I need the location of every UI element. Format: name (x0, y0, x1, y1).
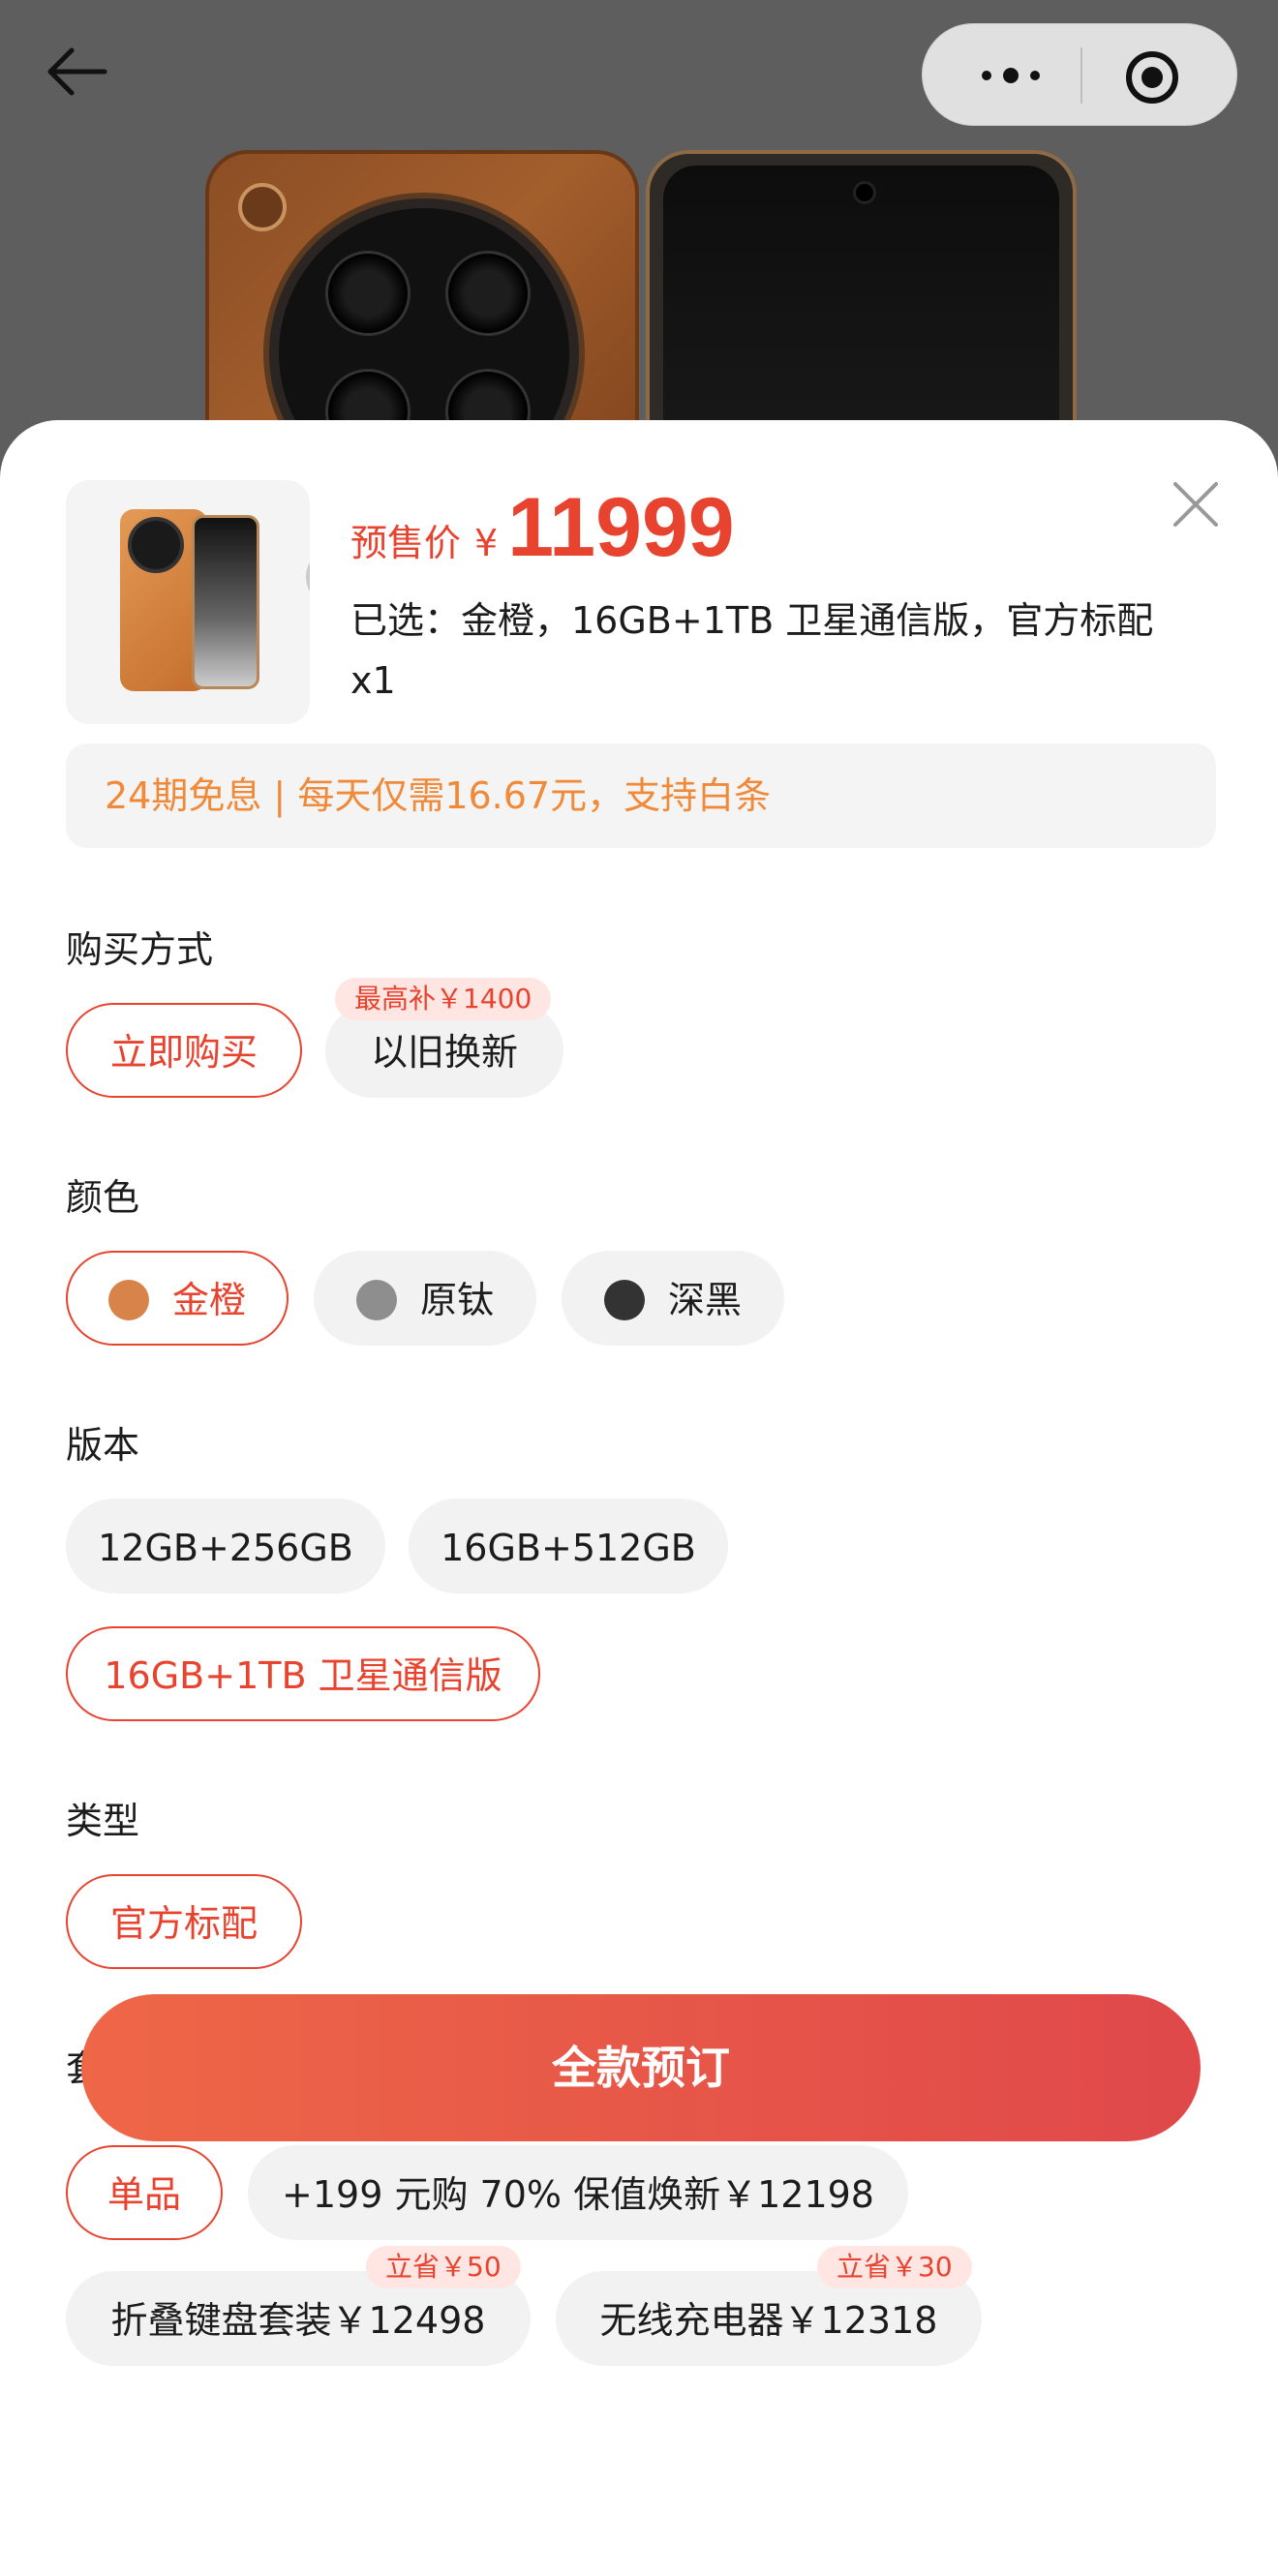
bundle-option-single[interactable]: 单品 (66, 2145, 223, 2240)
type-title: 类型 (66, 1800, 140, 1842)
presale-price-label: 预售价 (350, 524, 462, 564)
more-dots-icon (982, 68, 1040, 83)
version-option-16-1tb[interactable]: 16GB+1TB 卫星通信版 (66, 1626, 540, 1721)
trade-in-subsidy-tag: 最高补￥1400 (335, 978, 552, 1020)
flash-lens (238, 183, 287, 231)
sku-selection-sheet: 预售价 ¥ 11999 已选：金橙，16GB+1TB 卫星通信版，官方标配 x1… (0, 420, 1278, 2576)
color-swatch (355, 1279, 397, 1320)
color-label: 原钛 (419, 1279, 494, 1321)
camera-lens (445, 251, 531, 336)
color-title: 颜色 (66, 1176, 140, 1219)
expand-icon (306, 548, 310, 606)
version-option-16-512[interactable]: 16GB+512GB (409, 1499, 728, 1593)
phone-thumb-front (192, 515, 259, 689)
close-program-button[interactable] (1124, 49, 1180, 106)
close-icon (1173, 482, 1218, 527)
installment-banner[interactable]: 24期免息 | 每天仅需16.67元，支持白条 (66, 743, 1216, 848)
version-title: 版本 (66, 1424, 140, 1467)
bundle-option-trade-protection[interactable]: +199 元购 70% 保值焕新￥12198 (248, 2145, 908, 2240)
price-value: 11999 (507, 481, 735, 574)
expand-image-button[interactable] (306, 548, 310, 606)
color-option-orange[interactable]: 金橙 (66, 1251, 289, 1346)
mini-program-capsule (922, 23, 1237, 126)
charger-savings-tag: 立省￥30 (817, 2246, 972, 2288)
camera-lens (325, 251, 411, 336)
target-icon (1126, 51, 1178, 104)
capsule-divider (1080, 47, 1082, 104)
type-option-standard[interactable]: 官方标配 (66, 1874, 302, 1969)
back-button[interactable] (45, 43, 112, 101)
color-swatch (107, 1279, 149, 1320)
purchase-method-title: 购买方式 (66, 928, 214, 971)
full-payment-preorder-button[interactable]: 全款预订 (81, 1994, 1201, 2141)
currency-symbol: ¥ (474, 522, 499, 564)
close-sheet-button[interactable] (1170, 478, 1222, 530)
selected-summary: 已选：金橙，16GB+1TB 卫星通信版，官方标配 x1 (350, 599, 1154, 702)
front-camera (853, 181, 876, 204)
color-option-black[interactable]: 深黑 (562, 1251, 784, 1346)
product-thumbnail[interactable] (66, 480, 310, 724)
arrow-left-icon (47, 47, 107, 96)
color-option-titanium[interactable]: 原钛 (314, 1251, 536, 1346)
keyboard-savings-tag: 立省￥50 (366, 2246, 521, 2288)
version-option-12-256[interactable]: 12GB+256GB (66, 1499, 385, 1593)
color-swatch (603, 1279, 645, 1320)
more-button[interactable] (977, 53, 1045, 98)
option-buy-now[interactable]: 立即购买 (66, 1003, 302, 1098)
price-row: 预售价 ¥ 11999 (350, 480, 735, 574)
color-label: 金橙 (171, 1279, 246, 1321)
color-label: 深黑 (667, 1279, 742, 1321)
